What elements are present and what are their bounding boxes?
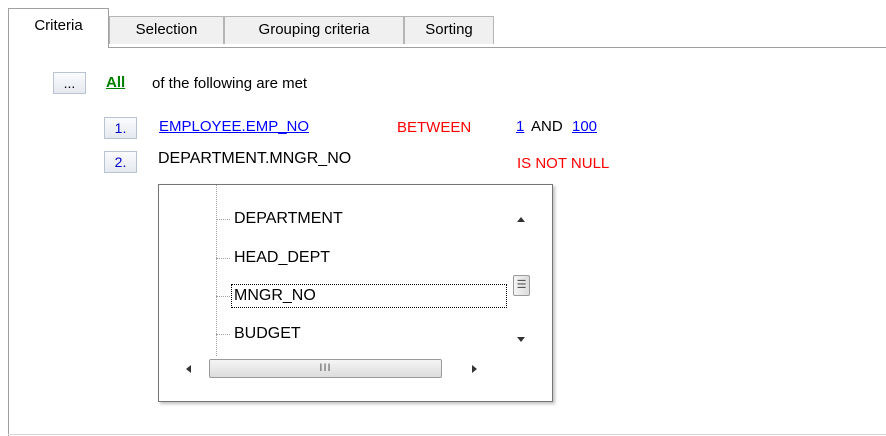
group-condition-text: of the following are met — [152, 75, 308, 92]
condition-2-field-editor[interactable]: DEPARTMENT.MNGR_NO — [153, 143, 506, 177]
condition-2-index-button[interactable]: 2. — [104, 151, 137, 173]
tab-grouping-criteria[interactable]: Grouping criteria — [224, 16, 404, 44]
condition-1-field-link[interactable]: EMPLOYEE.EMP_NO — [159, 118, 309, 135]
scroll-right-arrow-icon[interactable] — [472, 365, 477, 373]
condition-1-operator-link[interactable]: BETWEEN — [397, 119, 471, 136]
tree-guide-line — [216, 185, 217, 356]
tab-criteria[interactable]: Criteria — [8, 8, 109, 48]
condition-1-value2-link[interactable]: 100 — [572, 118, 597, 135]
field-dropdown: DEPARTMENT HEAD_DEPT MNGR_NO BUDGET ☰ II… — [158, 184, 553, 402]
group-options-button[interactable]: ... — [53, 72, 86, 94]
condition-1-index-button[interactable]: 1. — [104, 117, 137, 139]
condition-1-value1-link[interactable]: 1 — [516, 118, 524, 135]
panel-bottom-border — [8, 434, 886, 435]
scroll-up-arrow-icon[interactable] — [517, 217, 525, 222]
vertical-scroll-thumb[interactable]: ☰ — [513, 275, 530, 296]
horizontal-scroll-thumb[interactable]: III — [209, 359, 442, 378]
vertical-scrollbar[interactable]: ☰ — [508, 185, 534, 356]
tab-sorting[interactable]: Sorting — [404, 16, 494, 44]
field-tree: DEPARTMENT HEAD_DEPT MNGR_NO BUDGET — [159, 185, 508, 356]
scroll-down-arrow-icon[interactable] — [517, 337, 525, 342]
horizontal-scrollbar[interactable]: III — [159, 356, 534, 382]
group-operator-link[interactable]: All — [106, 74, 125, 91]
tab-selection[interactable]: Selection — [109, 16, 224, 44]
condition-2-operator-link[interactable]: IS NOT NULL — [517, 155, 609, 172]
condition-1-and-text: AND — [531, 118, 563, 135]
condition-2-field-input[interactable]: DEPARTMENT.MNGR_NO — [158, 150, 351, 168]
tab-bar: Criteria Selection Grouping criteria Sor… — [8, 8, 886, 48]
scroll-left-arrow-icon[interactable] — [186, 365, 191, 373]
